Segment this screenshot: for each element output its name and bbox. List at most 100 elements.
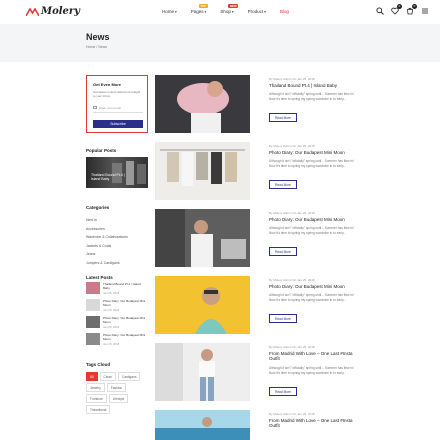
post-illustration [155, 142, 250, 200]
read-more-button[interactable]: Read More [269, 180, 297, 189]
post-illustration [155, 276, 250, 334]
chevron-down-icon: ▾ [231, 10, 234, 14]
latest-post-thumb [86, 299, 100, 311]
nav-item-home[interactable]: Home▾ [162, 9, 177, 14]
main-nav: Home▾ TOP Pages▾ NEW Shop▾ Product▾ Blog [162, 4, 303, 14]
nav-item-pages[interactable]: TOP Pages▾ [190, 4, 208, 14]
post-title[interactable]: Thailand Bound Pt.4 | Island Baby [269, 83, 359, 88]
tag-item[interactable]: Transitional [86, 405, 111, 414]
latest-posts-heading: Latest Posts [86, 275, 113, 280]
post-meta: By Molery Admin On Jan 25, 2018 [269, 412, 315, 416]
post-meta: By Molery Admin On Jan 25, 2018 [269, 278, 315, 282]
nav-badge: NEW [228, 4, 239, 8]
post-excerpt: Although it isn't "officially" spring un… [269, 366, 354, 375]
tag-item[interactable]: Jewelry [86, 383, 105, 392]
latest-post-thumb [86, 282, 100, 294]
nav-label: Product [247, 9, 264, 14]
latest-post-thumb [86, 316, 100, 328]
breadcrumb[interactable]: Home / News [86, 45, 107, 49]
email-placeholder: Enter your email [99, 106, 121, 110]
category-item[interactable]: Jackets & Coats [86, 242, 128, 251]
newsletter-title: Get Even More [93, 82, 122, 87]
tag-item[interactable]: All [86, 372, 98, 381]
header-icons: 0 0 [376, 4, 429, 15]
categories-heading: Categories [86, 205, 110, 210]
category-item[interactable]: Accessories [86, 225, 128, 234]
category-item[interactable]: Wardrobe & Collaborations [86, 233, 128, 242]
tags-heading: Tags Cloud [86, 362, 111, 367]
search-icon[interactable] [376, 7, 384, 15]
nav-badge: TOP [198, 4, 208, 8]
post-image[interactable] [155, 276, 250, 334]
read-more-button[interactable]: Read More [269, 314, 297, 323]
latest-post[interactable]: Photo Diary: Our Budapest Mini Moon Jan … [86, 316, 148, 333]
tag-item[interactable]: Furniture [86, 394, 107, 403]
latest-post-date: Jan 25, 2018 [103, 325, 120, 329]
mail-icon [93, 106, 97, 109]
read-more-button[interactable]: Read More [269, 247, 297, 256]
wishlist-count: 0 [397, 4, 402, 9]
latest-post-date: Jan 25, 2018 [103, 342, 120, 346]
read-more-button[interactable]: Read More [269, 387, 297, 396]
post-title[interactable]: Photo Diary: Our Budapest Mini Moon [269, 217, 359, 222]
post-image[interactable] [155, 142, 250, 200]
newsletter-widget: Get Even More Get latest content deliver… [86, 75, 148, 133]
newsletter-desc: Get latest content delivered straight to… [93, 90, 141, 98]
tag-item[interactable]: Fashion [106, 383, 127, 392]
tags-cloud: All Clean Cardigans Jewelry Fashion Furn… [86, 372, 148, 414]
nav-item-blog[interactable]: Blog [280, 9, 289, 14]
popular-post-caption: Thailand Bound Pt.4 | Island Baby [91, 173, 125, 181]
post-meta: By Molery Admin On Jan 25, 2018 [269, 144, 315, 148]
latest-post-date: Jan 25, 2018 [103, 291, 120, 295]
latest-post-date: Jan 25, 2018 [103, 308, 120, 312]
post-illustration [155, 209, 250, 267]
latest-post-title: Photo Diary: Our Budapest Mini Moon [103, 316, 146, 324]
latest-post-title: Photo Diary: Our Budapest Mini Moon [103, 299, 146, 307]
popular-posts-heading: Popular Posts [86, 148, 117, 153]
post-title[interactable]: From Madrid With Love – One Last #Insta … [269, 418, 359, 428]
post-title[interactable]: Photo Diary: Our Budapest Mini Moon [269, 150, 359, 155]
tag-item[interactable]: Cardigans [117, 372, 141, 381]
nav-label: Shop [220, 9, 231, 14]
post-meta: By Molery Admin On Jan 25, 2018 [269, 211, 315, 215]
post-image[interactable] [155, 410, 250, 440]
latest-post[interactable]: Photo Diary: Our Budapest Mini Moon Jan … [86, 333, 148, 350]
post-illustration [155, 75, 250, 133]
nav-label: Pages [190, 9, 204, 14]
email-field[interactable]: Enter your email [93, 103, 143, 113]
post-image[interactable] [155, 209, 250, 267]
chevron-down-icon: ▾ [175, 10, 177, 14]
nav-label: Blog [279, 9, 289, 14]
post-image[interactable] [155, 75, 250, 133]
page-title: News [86, 32, 110, 42]
category-list: New In Accessories Wardrobe & Collaborat… [86, 216, 128, 267]
post-excerpt: Although it isn't "officially" spring un… [269, 92, 354, 101]
post-excerpt: Although it isn't "officially" spring un… [269, 226, 354, 235]
latest-post[interactable]: Photo Diary: Our Budapest Mini Moon Jan … [86, 299, 148, 316]
read-more-button[interactable]: Read More [269, 113, 297, 122]
post-meta: By Molery Admin On Jan 25, 2018 [269, 345, 315, 349]
cart-icon[interactable]: 0 [406, 4, 417, 15]
chevron-down-icon: ▾ [264, 10, 266, 14]
latest-post-thumb [86, 333, 100, 345]
post-title[interactable]: From Madrid With Love – One Last #Insta … [269, 351, 359, 361]
category-item[interactable]: New In [86, 216, 128, 225]
post-image[interactable] [155, 343, 250, 401]
post-illustration [155, 343, 250, 401]
logo-icon [26, 7, 39, 16]
post-title[interactable]: Photo Diary: Our Budapest Mini Moon [269, 284, 359, 289]
nav-item-product[interactable]: Product▾ [248, 9, 266, 14]
tag-item[interactable]: Clean [99, 372, 116, 381]
logo-text: Molery [41, 6, 80, 17]
heart-icon[interactable]: 0 [391, 4, 402, 15]
category-item[interactable]: Jumpers & Cardigans [86, 259, 128, 268]
tag-item[interactable]: Lifestyle [108, 394, 129, 403]
logo[interactable]: Molery [26, 6, 80, 17]
nav-item-shop[interactable]: NEW Shop▾ [220, 4, 239, 14]
menu-icon[interactable] [421, 7, 429, 15]
post-excerpt: Although it isn't "officially" spring un… [269, 293, 354, 302]
latest-post[interactable]: Thailand Bound Pt.4 | Island Baby Jan 25… [86, 282, 148, 299]
category-item[interactable]: Jeans [86, 250, 128, 259]
subscribe-button[interactable]: Subscribe [93, 120, 143, 128]
popular-post[interactable]: Thailand Bound Pt.4 | Island Baby [86, 157, 148, 188]
